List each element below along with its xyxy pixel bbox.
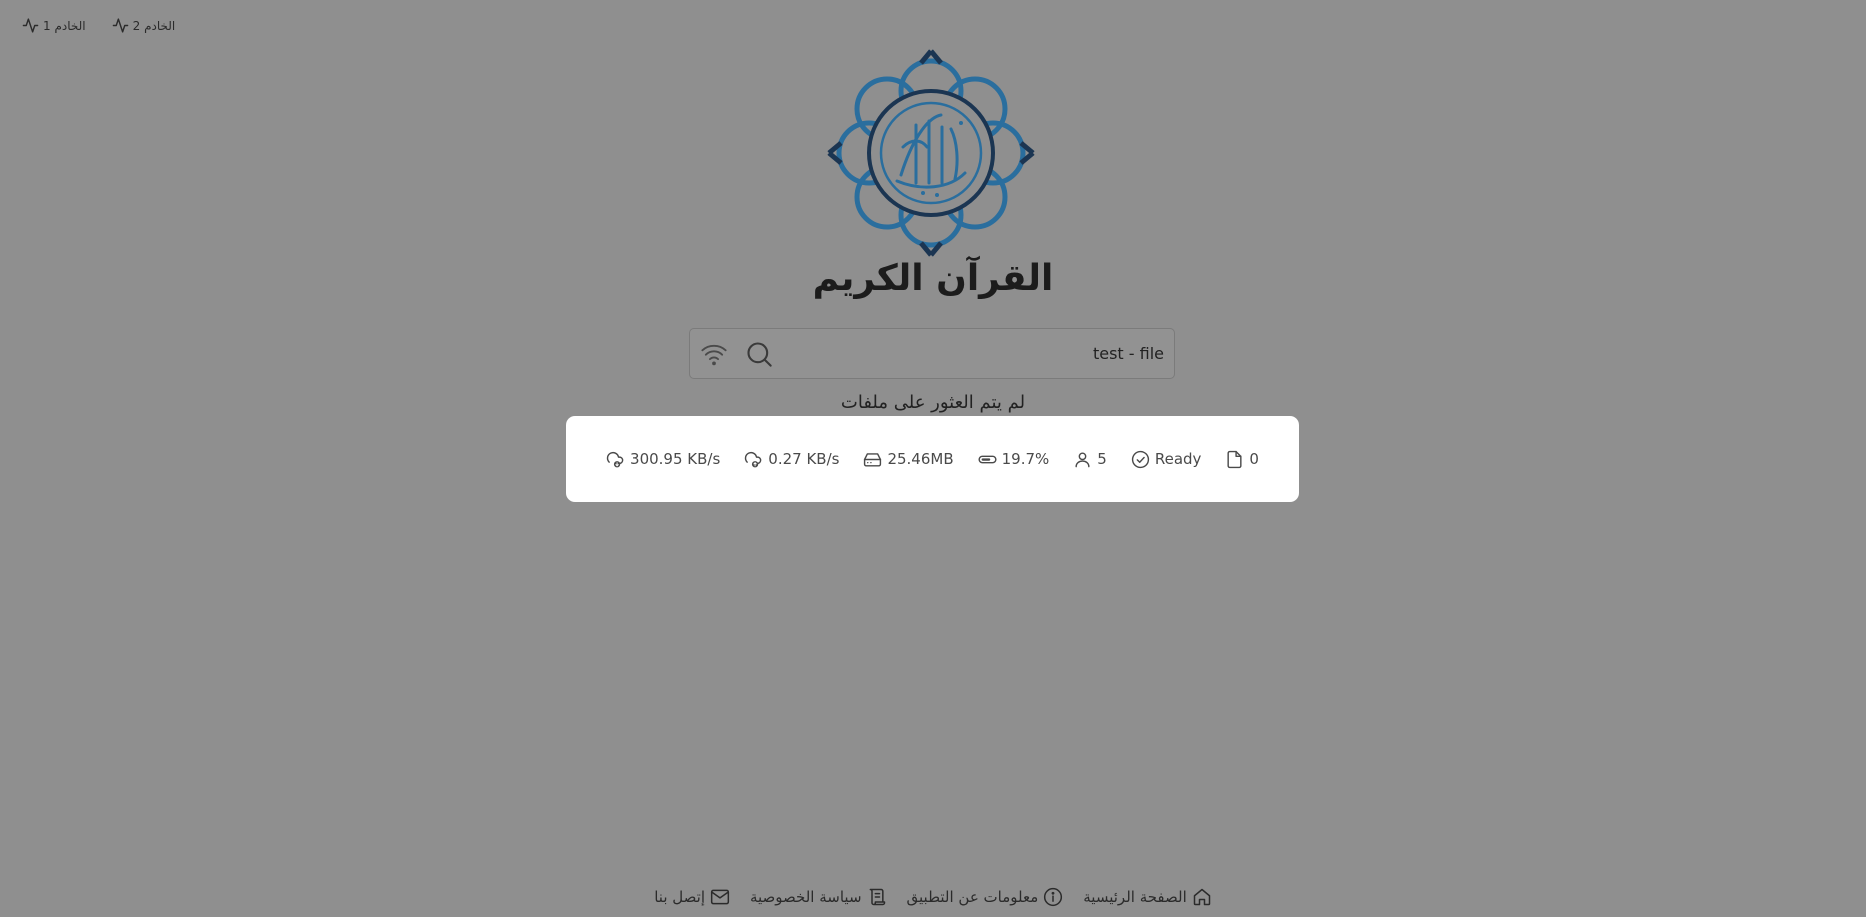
mail-icon — [710, 889, 730, 905]
footer-home-link[interactable]: الصفحة الرئيسية — [1083, 887, 1212, 907]
file-icon — [1227, 450, 1242, 468]
server-switcher: الخادم 1 الخادم 2 — [22, 17, 175, 34]
wifi-icon[interactable] — [700, 340, 728, 368]
status-value: Ready — [1154, 450, 1202, 468]
storage-value: 25.46MB — [887, 450, 954, 468]
cloud-upload-icon — [745, 451, 762, 467]
info-icon — [1044, 887, 1063, 907]
footer-home-label: الصفحة الرئيسية — [1083, 888, 1187, 906]
download-speed-stat: 300.95 KB/s — [606, 450, 720, 469]
storage-stat: 25.46MB — [863, 450, 954, 469]
status-stat: Ready — [1131, 450, 1202, 469]
files-stat: 0 — [1225, 450, 1259, 469]
scroll-icon — [869, 888, 885, 906]
activity-icon — [112, 18, 128, 33]
server-1-button[interactable]: الخادم 1 — [22, 17, 86, 34]
footer-about-link[interactable]: معلومات عن التطبيق — [907, 887, 1064, 907]
server-1-label: الخادم 1 — [43, 18, 86, 33]
user-icon — [1075, 451, 1090, 467]
progress-value: 19.7% — [1001, 450, 1050, 468]
peers-value: 5 — [1097, 450, 1107, 468]
upload-speed-stat: 0.27 KB/s — [744, 450, 839, 469]
footer-privacy-label: سياسة الخصوصية — [749, 888, 862, 906]
quran-calligraphy-logo — [827, 49, 1035, 257]
peers-stat: 5 — [1073, 450, 1107, 469]
download-speed-value: 300.95 KB/s — [630, 450, 721, 468]
footer-privacy-link[interactable]: سياسة الخصوصية — [750, 887, 887, 907]
stats-panel: 300.95 KB/s 0.27 KB/s 25.46MB 19.7% 5 Re… — [566, 416, 1299, 502]
server-2-label: الخادم 2 — [132, 18, 176, 33]
footer-about-label: معلومات عن التطبيق — [906, 888, 1039, 906]
search-icon[interactable] — [745, 340, 773, 368]
progress-stat: 19.7% — [978, 450, 1050, 469]
footer-contact-link[interactable]: إتصل بنا — [654, 887, 730, 907]
server-2-button[interactable]: الخادم 2 — [112, 17, 176, 34]
footer-nav: الصفحة الرئيسية معلومات عن التطبيق سياسة… — [0, 887, 1866, 907]
check-circle-icon — [1131, 450, 1149, 468]
page-title: القرآن الكريم — [812, 258, 1054, 299]
search-input[interactable] — [773, 329, 1174, 378]
activity-icon — [22, 18, 39, 33]
cloud-download-icon — [606, 451, 624, 467]
files-value: 0 — [1249, 450, 1259, 468]
status-message: لم يتم العثور على ملفات — [840, 392, 1026, 413]
hard-drive-icon — [864, 452, 882, 467]
upload-speed-value: 0.27 KB/s — [768, 450, 840, 468]
footer-contact-label: إتصل بنا — [654, 888, 705, 906]
progress-icon — [978, 455, 997, 463]
search-bar — [689, 328, 1175, 379]
home-icon — [1193, 888, 1211, 906]
